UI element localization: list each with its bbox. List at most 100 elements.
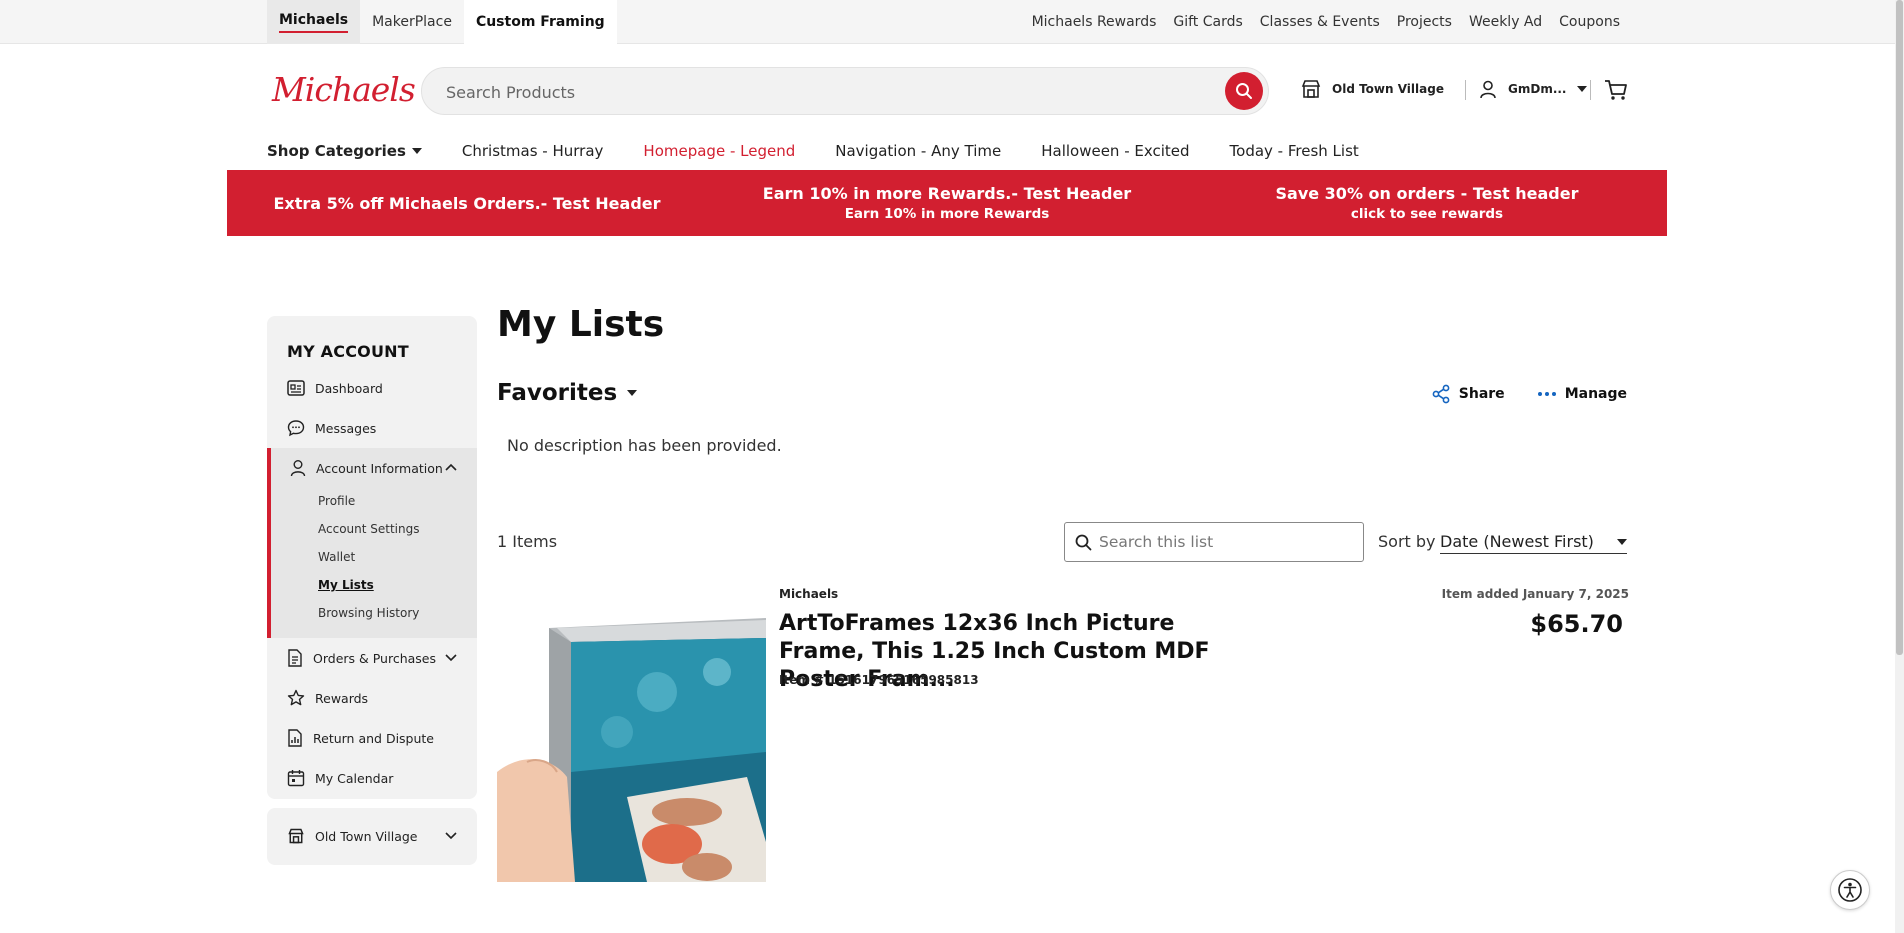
item-count: 1 Items bbox=[497, 532, 558, 551]
sidebar-item-label: Account Information bbox=[316, 460, 443, 476]
user-icon bbox=[290, 460, 306, 477]
list-selector[interactable]: Favorites bbox=[497, 380, 638, 406]
sidebar-item-dashboard[interactable]: Dashboard bbox=[287, 376, 383, 400]
scroll-thumb[interactable] bbox=[1896, 0, 1903, 655]
calendar-icon bbox=[287, 770, 305, 787]
store-name: Old Town Village bbox=[1332, 82, 1444, 96]
utility-links: Michaels Rewards Gift Cards Classes & Ev… bbox=[1032, 0, 1620, 44]
sort-label: Sort by bbox=[1378, 532, 1436, 551]
link-michaels-rewards[interactable]: Michaels Rewards bbox=[1032, 14, 1157, 30]
account-name: GmDm... bbox=[1508, 82, 1567, 96]
search-icon bbox=[1075, 534, 1092, 551]
product-brand: Michaels bbox=[779, 587, 839, 601]
sidebar-subitem-browsing-history[interactable]: Browsing History bbox=[318, 606, 419, 620]
promo-sub-text: click to see rewards bbox=[1350, 206, 1504, 222]
nav-item-halloween[interactable]: Halloween - Excited bbox=[1041, 142, 1189, 160]
sidebar-item-orders[interactable]: Orders & Purchases bbox=[287, 646, 436, 670]
chevron-down-icon bbox=[627, 390, 638, 396]
promo-main-text: Earn 10% in more Rewards.- Test Header bbox=[762, 184, 1132, 203]
store-selector[interactable]: Old Town Village bbox=[1300, 78, 1444, 100]
promo-main-text: Extra 5% off Michaels Orders.- Test Head… bbox=[273, 193, 661, 213]
sort-value: Date (Newest First) bbox=[1440, 532, 1594, 551]
promo-item[interactable]: Extra 5% off Michaels Orders.- Test Head… bbox=[227, 170, 707, 236]
user-icon bbox=[1480, 80, 1496, 99]
sidebar-item-messages[interactable]: Messages bbox=[287, 416, 376, 440]
chevron-down-icon bbox=[411, 148, 422, 154]
tab-custom-framing[interactable]: Custom Framing bbox=[463, 0, 617, 44]
receipt-icon bbox=[288, 649, 302, 667]
site-tabs: Michaels MakerPlace Custom Framing bbox=[267, 0, 617, 44]
nav-item-homepage[interactable]: Homepage - Legend bbox=[643, 142, 795, 160]
accessibility-icon bbox=[1838, 878, 1862, 902]
sidebar-item-account-information[interactable]: Account Information bbox=[290, 456, 443, 480]
tab-michaels[interactable]: Michaels bbox=[267, 0, 361, 44]
promo-item[interactable]: Save 30% on orders - Test header click t… bbox=[1187, 170, 1667, 236]
accessibility-button[interactable] bbox=[1830, 870, 1870, 910]
promo-sub-text: Earn 10% in more Rewards bbox=[844, 206, 1050, 222]
link-coupons[interactable]: Coupons bbox=[1559, 14, 1620, 30]
sidebar-store-name: Old Town Village bbox=[315, 828, 418, 844]
promo-item[interactable]: Earn 10% in more Rewards.- Test Header E… bbox=[707, 170, 1187, 236]
product-price: $65.70 bbox=[1530, 610, 1623, 638]
shop-categories-menu[interactable]: Shop Categories bbox=[267, 142, 422, 160]
link-gift-cards[interactable]: Gift Cards bbox=[1173, 14, 1242, 30]
manage-label: Manage bbox=[1564, 386, 1627, 402]
sidebar-item-label: Orders & Purchases bbox=[313, 650, 437, 666]
sidebar-item-rewards[interactable]: Rewards bbox=[287, 686, 368, 710]
account-sidebar: MY ACCOUNT Dashboard Messages Account In… bbox=[267, 316, 477, 799]
more-icon bbox=[1537, 392, 1556, 396]
sidebar-item-my-calendar[interactable]: My Calendar bbox=[287, 766, 393, 790]
chevron-up-icon[interactable] bbox=[445, 463, 457, 471]
cart-button[interactable] bbox=[1604, 79, 1628, 105]
page-scrollbar[interactable] bbox=[1895, 0, 1904, 933]
main-nav: Shop Categories Christmas - Hurray Homep… bbox=[267, 140, 1399, 162]
manage-button[interactable]: Manage bbox=[1537, 384, 1627, 404]
sidebar-item-label: My Calendar bbox=[315, 770, 394, 786]
star-icon bbox=[287, 689, 305, 706]
michaels-logo[interactable]: Michaels bbox=[272, 70, 416, 109]
nav-item-navigation[interactable]: Navigation - Any Time bbox=[835, 142, 1001, 160]
list-description: No description has been provided. bbox=[507, 436, 782, 455]
chevron-down-icon bbox=[1576, 86, 1587, 92]
store-icon bbox=[288, 828, 304, 844]
cart-icon bbox=[1605, 80, 1627, 100]
share-icon bbox=[1432, 384, 1450, 404]
divider bbox=[1465, 80, 1466, 100]
product-image[interactable] bbox=[497, 582, 766, 882]
sidebar-item-label: Dashboard bbox=[315, 380, 383, 396]
sidebar-store-selector[interactable]: Old Town Village bbox=[267, 808, 477, 865]
promo-banner: Extra 5% off Michaels Orders.- Test Head… bbox=[227, 170, 1667, 236]
sidebar-item-return-dispute[interactable]: Return and Dispute bbox=[287, 726, 434, 750]
sort-dropdown[interactable]: Date (Newest First) bbox=[1440, 530, 1627, 554]
chevron-down-icon[interactable] bbox=[445, 654, 457, 662]
document-chart-icon bbox=[288, 729, 302, 747]
page-title: My Lists bbox=[497, 304, 665, 345]
chevron-down-icon bbox=[1617, 538, 1627, 545]
link-classes-events[interactable]: Classes & Events bbox=[1260, 14, 1380, 30]
message-icon bbox=[287, 420, 305, 437]
chevron-down-icon[interactable] bbox=[445, 832, 457, 840]
link-weekly-ad[interactable]: Weekly Ad bbox=[1469, 14, 1542, 30]
shop-categories-label: Shop Categories bbox=[267, 142, 406, 160]
account-menu[interactable]: GmDm... bbox=[1478, 79, 1587, 99]
sidebar-subitem-wallet[interactable]: Wallet bbox=[318, 550, 355, 564]
sidebar-item-label: Return and Dispute bbox=[313, 730, 435, 746]
sidebar-subitem-profile[interactable]: Profile bbox=[318, 494, 355, 508]
tab-makerplace[interactable]: MakerPlace bbox=[360, 0, 464, 44]
sidebar-subitem-account-settings[interactable]: Account Settings bbox=[318, 522, 419, 536]
share-label: Share bbox=[1458, 386, 1505, 402]
search-button[interactable] bbox=[1225, 72, 1263, 110]
sidebar-subitem-my-lists[interactable]: My Lists bbox=[318, 578, 374, 592]
dashboard-icon bbox=[287, 380, 305, 396]
list-search bbox=[1064, 522, 1364, 562]
search-input[interactable] bbox=[446, 80, 1186, 104]
share-button[interactable]: Share bbox=[1431, 384, 1505, 404]
nav-item-christmas[interactable]: Christmas - Hurray bbox=[462, 142, 604, 160]
search-icon bbox=[1236, 83, 1252, 99]
sidebar-item-label: Rewards bbox=[315, 690, 369, 706]
promo-main-text: Save 30% on orders - Test header bbox=[1275, 184, 1579, 203]
sidebar-item-label: Messages bbox=[315, 420, 377, 436]
nav-item-today[interactable]: Today - Fresh List bbox=[1230, 142, 1359, 160]
link-projects[interactable]: Projects bbox=[1397, 14, 1452, 30]
list-search-input[interactable] bbox=[1099, 532, 1349, 552]
